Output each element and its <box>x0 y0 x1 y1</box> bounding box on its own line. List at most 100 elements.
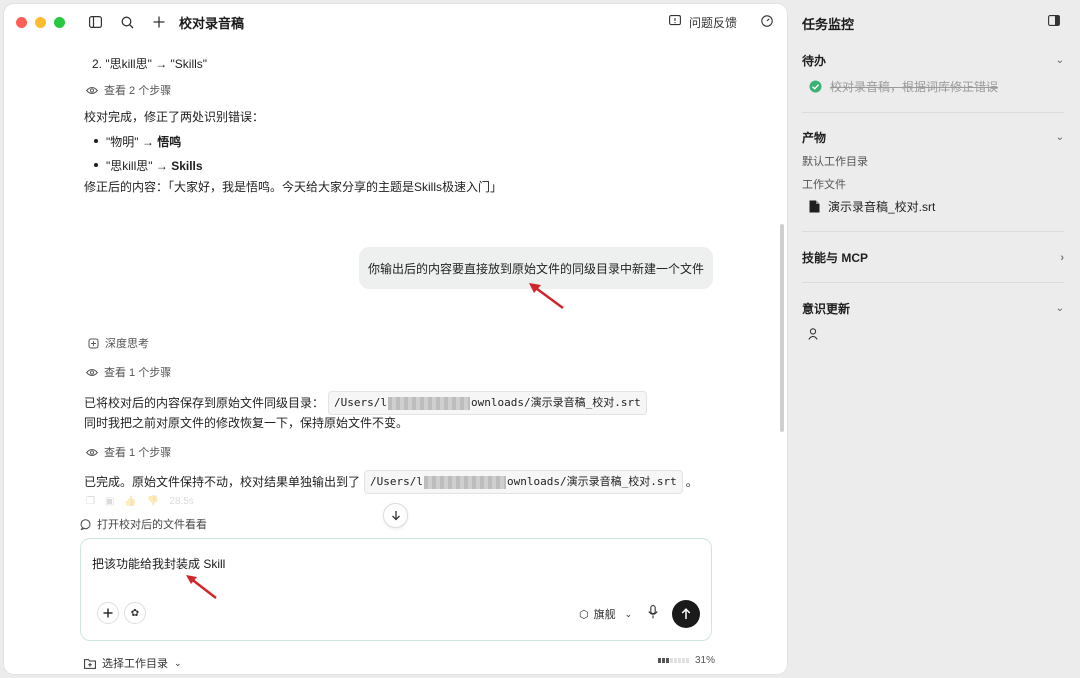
saved-path: /Users/l ownloads/演示录音稿_校对.srt <box>328 391 647 415</box>
brain-icon <box>88 338 99 348</box>
steps-label: 查看 2 个步骤 <box>104 85 172 97</box>
suggestion-open-file[interactable]: 打开校对后的文件看看 <box>80 516 207 532</box>
context-meter <box>658 658 689 663</box>
steps-label: 查看 1 个步骤 <box>104 367 172 379</box>
microphone-icon[interactable] <box>648 605 658 622</box>
todo-text: 校对录音稿，根据词库修正错误 <box>830 80 999 94</box>
suggestion-label: 打开校对后的文件看看 <box>97 519 207 531</box>
chevron-down-icon: ⌄ <box>174 657 182 668</box>
done-message: 已完成。原始文件保持不动，校对结果单独输出到了 /Users/l ownloads… <box>84 470 698 494</box>
folder-icon <box>84 658 96 669</box>
puzzle-icon: ✿ <box>130 607 140 619</box>
skills-header: 技能与 MCP <box>802 251 869 265</box>
add-attachment-button[interactable] <box>97 602 119 624</box>
artifacts-section-header[interactable]: 产物 ⌄ <box>802 129 1064 146</box>
divider <box>802 112 1064 113</box>
gauge-icon[interactable] <box>761 15 773 30</box>
composer[interactable]: 把该功能给我封装成 Skill ✿ ⬡ 旗舰 ⌄ <box>80 538 712 641</box>
main-window: 校对录音稿 问题反馈 2. "思kill思" → "Skills" 查看 2 个… <box>4 4 787 674</box>
chat-bubble-icon <box>80 518 91 530</box>
list-item: "思kill思" → Skills <box>94 157 203 174</box>
default-dir-label: 默认工作目录 <box>802 156 868 168</box>
todo-item: 校对录音稿，根据词库修正错误 <box>809 78 998 95</box>
plus-icon <box>103 608 113 618</box>
conversation-title: 校对录音稿 <box>179 15 245 31</box>
feedback-button[interactable]: 问题反馈 <box>689 14 737 31</box>
file-name: 演示录音稿_校对.srt <box>828 200 936 214</box>
todo-section-header[interactable]: 待办 ⌄ <box>802 52 1064 69</box>
view-steps-toggle[interactable]: 查看 1 个步骤 <box>86 444 171 460</box>
corrected-text: 修正后的内容：「大家好，我是悟鸣。今天给大家分享的主题是Skills极速入门」 <box>84 180 503 194</box>
saved-message: 已将校对后的内容保存到原始文件同级目录： /Users/l ownloads/演示… <box>84 391 647 415</box>
feedback-icon[interactable] <box>669 15 681 30</box>
divider <box>802 231 1064 232</box>
summary-intro: 校对完成，修正了两处识别错误： <box>84 110 265 124</box>
context-usage: 31% <box>658 655 715 666</box>
chevron-down-icon: ⌄ <box>1055 55 1064 66</box>
redacted-segment <box>388 396 470 410</box>
view-steps-toggle[interactable]: 查看 2 个步骤 <box>86 82 171 98</box>
window-controls <box>16 16 65 28</box>
workdir-selector[interactable]: 选择工作目录 ⌄ <box>84 655 182 671</box>
annotation-arrow-icon <box>529 283 564 310</box>
model-icon: ⬡ <box>579 608 589 621</box>
memory-header: 意识更新 <box>802 302 851 316</box>
done-prefix: 已完成。原始文件保持不动，校对结果单独输出到了 <box>84 475 361 489</box>
chevron-down-icon: ⌄ <box>1055 132 1064 143</box>
eye-icon <box>86 368 98 376</box>
minimize-window-button[interactable] <box>35 16 46 28</box>
image-icon[interactable]: ▣ <box>105 496 114 507</box>
sidebar-toggle-icon[interactable] <box>87 14 103 30</box>
chevron-right-icon: › <box>1060 251 1064 264</box>
artifact-file[interactable]: 演示录音稿_校对.srt <box>809 198 935 215</box>
composer-input[interactable]: 把该功能给我封装成 Skill <box>92 555 225 572</box>
context-percent: 31% <box>695 655 716 666</box>
eye-icon <box>86 448 98 456</box>
deep-think-label: 深度思考 <box>105 338 149 350</box>
skill-button[interactable]: ✿ <box>124 602 146 624</box>
done-path: /Users/l ownloads/演示录音稿_校对.srt <box>364 470 683 494</box>
scrollbar[interactable] <box>780 224 784 432</box>
memory-section-header[interactable]: 意识更新 ⌄ <box>802 300 1064 317</box>
search-icon[interactable] <box>119 14 135 30</box>
deep-think-toggle[interactable]: 深度思考 <box>88 335 149 351</box>
model-label: 旗舰 <box>593 609 616 621</box>
thumbs-up-icon[interactable]: 👍 <box>124 496 136 507</box>
work-files-label: 工作文件 <box>802 179 846 191</box>
artifacts-header: 产物 <box>802 131 827 145</box>
zoom-window-button[interactable] <box>54 16 65 28</box>
view-steps-toggle[interactable]: 查看 1 个步骤 <box>86 364 171 380</box>
close-window-button[interactable] <box>16 16 27 28</box>
title-bar: 校对录音稿 问题反馈 <box>4 4 787 40</box>
check-circle-icon <box>809 80 822 93</box>
scroll-to-bottom-button[interactable] <box>383 503 408 528</box>
eye-icon <box>86 86 98 94</box>
elapsed-time: 28.5s <box>169 496 194 507</box>
new-chat-icon[interactable] <box>151 14 167 30</box>
chevron-down-icon: ⌄ <box>624 608 633 619</box>
copy-icon[interactable]: ❐ <box>86 496 95 507</box>
list-item: 2. "思kill思" → "Skills" <box>92 57 208 71</box>
divider <box>802 282 1064 283</box>
skills-section-header[interactable]: 技能与 MCP › <box>802 249 1064 266</box>
arrow-up-icon <box>681 608 691 619</box>
thumbs-down-icon[interactable]: 👎 <box>147 496 159 507</box>
list-item: "物明" → 悟鸣 <box>94 133 181 150</box>
chevron-down-icon: ⌄ <box>1055 303 1064 314</box>
workdir-label: 选择工作目录 <box>102 658 168 670</box>
done-suffix: 。 <box>685 475 698 489</box>
steps-label: 查看 1 个步骤 <box>104 447 172 459</box>
panel-title: 任务监控 <box>802 17 855 32</box>
restore-note: 同时我把之前对原文件的修改恢复一下，保持原始文件不变。 <box>84 416 409 430</box>
redacted-segment <box>424 475 506 489</box>
saved-prefix: 已将校对后的内容保存到原始文件同级目录： <box>84 396 325 410</box>
arrow-down-icon <box>391 511 400 521</box>
model-selector[interactable]: ⬡ 旗舰 ⌄ <box>579 606 632 622</box>
todo-header: 待办 <box>802 54 827 68</box>
annotation-arrow-icon <box>186 575 217 599</box>
panel-toggle-icon[interactable] <box>1048 15 1060 29</box>
task-monitor-panel: 任务监控 待办 ⌄ 校对录音稿，根据词库修正错误 产物 ⌄ 默认工作目录 工作文件 … <box>787 0 1080 678</box>
send-button[interactable] <box>672 600 700 628</box>
file-icon <box>809 200 820 213</box>
message-actions: ❐ ▣ 👍 👎 28.5s <box>86 496 194 507</box>
